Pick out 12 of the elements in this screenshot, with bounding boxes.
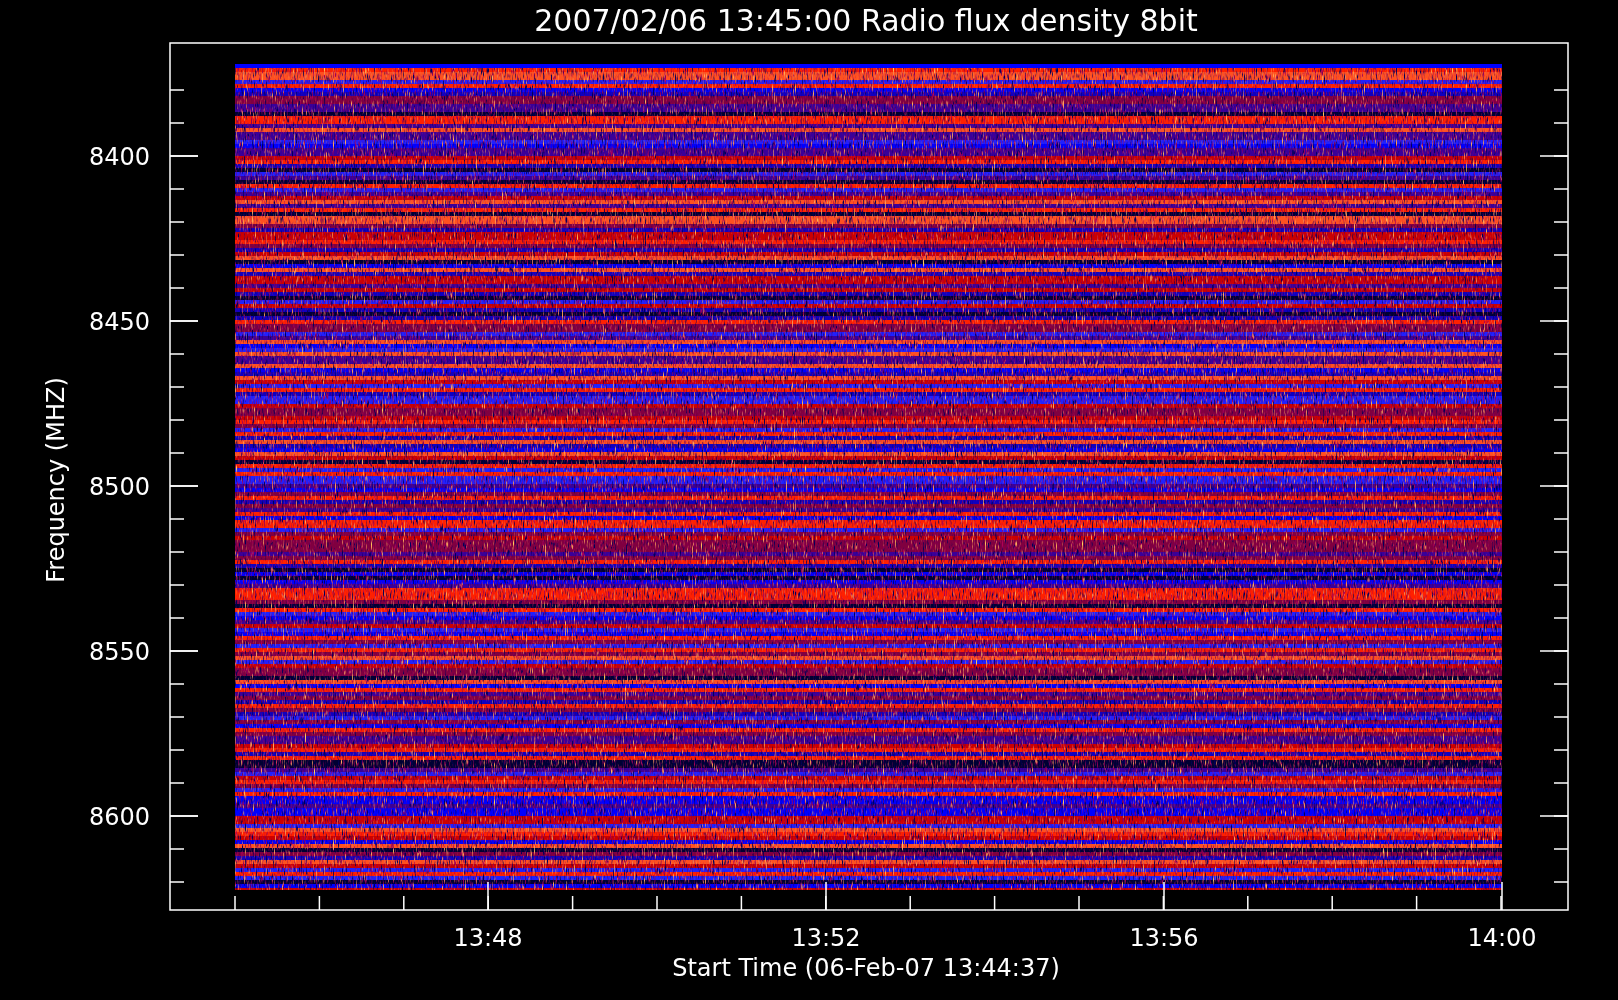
axis-tick-label: 8500 (88, 473, 150, 501)
axis-tick-label: 13:48 (453, 924, 523, 952)
y-axis-label: Frequency (MHZ) (42, 377, 70, 583)
axis-tick-label: 13:52 (791, 924, 861, 952)
axis-tick-label: 8450 (88, 308, 150, 336)
x-axis-label: Start Time (06-Feb-07 13:44:37) (672, 954, 1060, 982)
axis-tick-label: 8400 (88, 143, 150, 171)
axis-tick-label: 14:00 (1467, 924, 1537, 952)
axis-tick-label: 8550 (88, 638, 150, 666)
axis-tick-label: 13:56 (1129, 924, 1199, 952)
chart-title: 2007/02/06 13:45:00 Radio flux density 8bit (534, 3, 1198, 38)
axis-tick-label: 8600 (88, 803, 150, 831)
